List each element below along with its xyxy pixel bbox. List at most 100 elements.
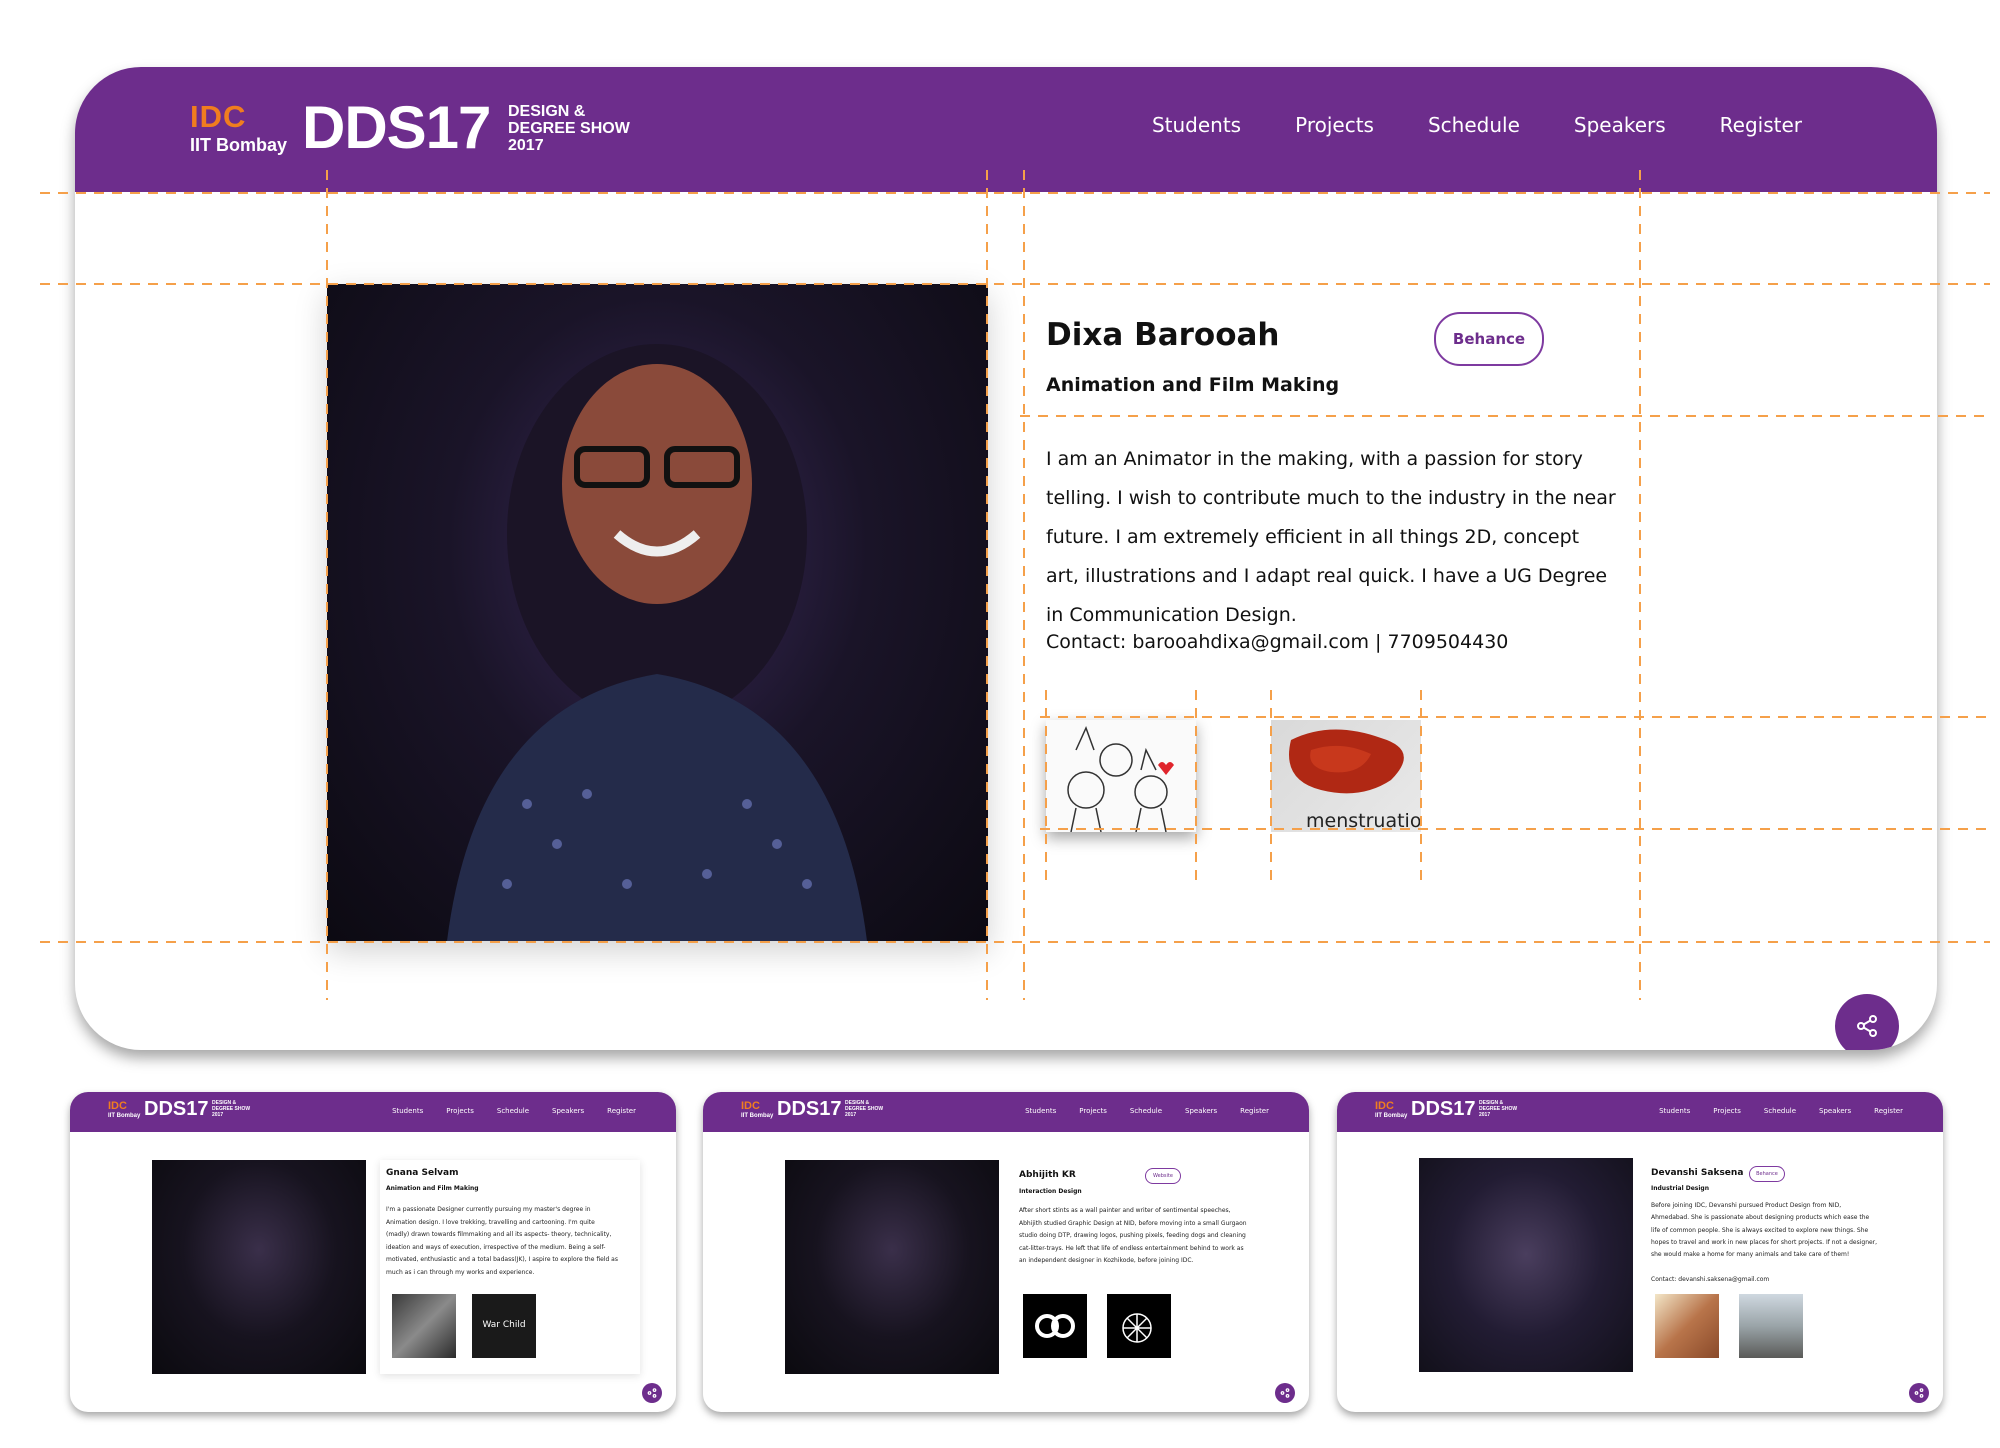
project-caption: menstruation	[1306, 810, 1421, 832]
mini-nav: IDC IIT Bombay DDS17 DESIGN & DEGREE SHOW…	[70, 1092, 676, 1132]
mini-project-1[interactable]	[1023, 1294, 1087, 1358]
mini-logo-dds: DDS17	[777, 1098, 842, 1120]
mini-project-caption: War Child	[482, 1320, 526, 1330]
main-profile-card: IDC IIT Bombay DDS17 DESIGN & DEGREE SHO…	[75, 67, 1937, 1050]
mini-nav-projects[interactable]: Projects	[1713, 1107, 1741, 1115]
nav-students[interactable]: Students	[1152, 113, 1241, 137]
mini-logo-iit: IIT Bombay	[108, 1113, 141, 1119]
mini-nav-schedule[interactable]: Schedule	[1130, 1107, 1162, 1115]
mini-nav-schedule[interactable]: Schedule	[1764, 1107, 1796, 1115]
behance-button[interactable]: Behance	[1434, 312, 1544, 366]
mini-logo-iit: IIT Bombay	[1375, 1113, 1408, 1119]
mini-student-bio: After short stints as a wall painter and…	[1019, 1207, 1247, 1264]
mini-info-panel: Abhijith KR Website Interaction Design A…	[1013, 1160, 1273, 1374]
logo-idc: IDC	[190, 99, 247, 134]
mini-project-1[interactable]	[392, 1294, 456, 1358]
share-button[interactable]	[1835, 994, 1899, 1050]
mini-logo-show: DESIGN & DEGREE SHOW 2017	[1479, 1100, 1517, 1118]
mini-portrait	[785, 1160, 999, 1374]
mini-show-3: 2017	[1479, 1112, 1491, 1118]
mini-nav-register[interactable]: Register	[1874, 1107, 1903, 1115]
mini-logo-dds: DDS17	[1411, 1098, 1476, 1120]
mini-logo-idc: IDC	[108, 1100, 127, 1112]
share-icon	[1914, 1388, 1924, 1398]
nav-projects[interactable]: Projects	[1295, 113, 1374, 137]
mini-show-3: 2017	[845, 1112, 857, 1118]
logo-show-line3: 2017	[508, 137, 544, 154]
sketch-illustration	[1067, 726, 1174, 832]
mini-portrait	[1419, 1158, 1633, 1372]
mini-project-1[interactable]	[1655, 1294, 1719, 1358]
mini-info-panel: Devanshi Saksena Behance Industrial Desi…	[1647, 1158, 1907, 1372]
mini-student-name: Abhijith KR	[1019, 1170, 1076, 1180]
student-name: Dixa Barooah	[1046, 317, 1280, 353]
mini-website-button[interactable]: Website	[1145, 1168, 1181, 1184]
mini-nav-students[interactable]: Students	[1025, 1107, 1056, 1115]
mini-nav-students[interactable]: Students	[1659, 1107, 1690, 1115]
mini-project-2[interactable]	[1107, 1294, 1171, 1358]
top-nav: IDC IIT Bombay DDS17 DESIGN & DEGREE SHO…	[75, 67, 1937, 192]
mini-share-button[interactable]	[642, 1383, 662, 1403]
student-program: Animation and Film Making	[1046, 374, 1340, 396]
student-contact: Contact: barooahdixa@gmail.com | 7709504…	[1046, 631, 1509, 653]
mini-project-2[interactable]: War Child	[472, 1294, 536, 1358]
mini-student-bio: I'm a passionate Designer currently purs…	[386, 1206, 618, 1276]
mini-logo-idc: IDC	[1375, 1100, 1394, 1112]
mini-nav-register[interactable]: Register	[1240, 1107, 1269, 1115]
mini-card-abhijith[interactable]: IDC IIT Bombay DDS17 DESIGN & DEGREE SHOW…	[703, 1092, 1309, 1412]
mini-behance-button[interactable]: Behance	[1749, 1166, 1785, 1182]
wheel-sketch-icon	[1122, 1313, 1152, 1343]
logo-dds: DDS17	[302, 94, 491, 161]
mini-logo-show: DESIGN & DEGREE SHOW 2017	[845, 1100, 883, 1118]
student-bio: I am an Animator in the making, with a p…	[1046, 448, 1616, 626]
mini-project-2[interactable]	[1739, 1294, 1803, 1358]
mini-card-devanshi[interactable]: IDC IIT Bombay DDS17 DESIGN & DEGREE SHOW…	[1337, 1092, 1943, 1412]
mini-nav: IDC IIT Bombay DDS17 DESIGN & DEGREE SHOW…	[1337, 1092, 1943, 1132]
project-thumbnail-2[interactable]: menstruation	[1271, 720, 1421, 832]
mini-student-bio: Before joining IDC, Devanshi pursued Pro…	[1651, 1202, 1878, 1259]
nav-speakers[interactable]: Speakers	[1574, 113, 1666, 137]
mini-nav-links: Students Projects Schedule Speakers Regi…	[1025, 1107, 1269, 1115]
mini-logo-idc: IDC	[741, 1100, 760, 1112]
mini-student-name: Devanshi Saksena	[1651, 1168, 1744, 1178]
mini-student-program: Interaction Design	[1019, 1188, 1082, 1195]
mini-nav-students[interactable]: Students	[392, 1107, 423, 1115]
mini-nav-register[interactable]: Register	[607, 1107, 636, 1115]
mini-share-button[interactable]	[1275, 1383, 1295, 1403]
mini-nav: IDC IIT Bombay DDS17 DESIGN & DEGREE SHOW…	[703, 1092, 1309, 1132]
mini-logo-iit: IIT Bombay	[741, 1113, 774, 1119]
share-icon	[1857, 1015, 1877, 1037]
share-icon	[647, 1388, 657, 1398]
mini-nav-schedule[interactable]: Schedule	[497, 1107, 529, 1115]
logo-show-text: DESIGN & DEGREE SHOW 2017	[508, 103, 630, 154]
project-thumbnail-1[interactable]	[1046, 720, 1196, 832]
logo-iit: IIT Bombay	[190, 135, 288, 155]
mini-student-name: Gnana Selvam	[386, 1168, 459, 1178]
mini-nav-speakers[interactable]: Speakers	[552, 1107, 584, 1115]
mini-card-gnana[interactable]: IDC IIT Bombay DDS17 DESIGN & DEGREE SHOW…	[70, 1092, 676, 1412]
mini-student-program: Animation and Film Making	[386, 1185, 479, 1192]
student-portrait	[327, 284, 988, 941]
mini-student-contact: Contact: devanshi.saksena@gmail.com	[1651, 1276, 1770, 1283]
logo-show-line1: DESIGN &	[508, 103, 586, 120]
nav-links: Students Projects Schedule Speakers Regi…	[1152, 113, 1802, 137]
mini-nav-speakers[interactable]: Speakers	[1185, 1107, 1217, 1115]
mini-logo-dds: DDS17	[144, 1098, 209, 1120]
mini-info-panel: Gnana Selvam Animation and Film Making I…	[380, 1160, 640, 1374]
mini-nav-speakers[interactable]: Speakers	[1819, 1107, 1851, 1115]
mini-nav-links: Students Projects Schedule Speakers Regi…	[1659, 1107, 1903, 1115]
mini-nav-links: Students Projects Schedule Speakers Regi…	[392, 1107, 636, 1115]
mini-logo-show: DESIGN & DEGREE SHOW 2017	[212, 1100, 250, 1118]
share-icon	[1280, 1388, 1290, 1398]
mini-share-button[interactable]	[1909, 1383, 1929, 1403]
mini-show-3: 2017	[212, 1112, 224, 1118]
mini-nav-projects[interactable]: Projects	[446, 1107, 474, 1115]
mini-student-program: Industrial Design	[1651, 1185, 1709, 1192]
nav-schedule[interactable]: Schedule	[1428, 113, 1520, 137]
logo-show-line2: DEGREE SHOW	[508, 120, 630, 137]
mini-portrait	[152, 1160, 366, 1374]
portrait-illustration	[447, 344, 867, 941]
mini-nav-projects[interactable]: Projects	[1079, 1107, 1107, 1115]
nav-register[interactable]: Register	[1720, 113, 1802, 137]
infinity-logo-icon	[1035, 1314, 1075, 1338]
